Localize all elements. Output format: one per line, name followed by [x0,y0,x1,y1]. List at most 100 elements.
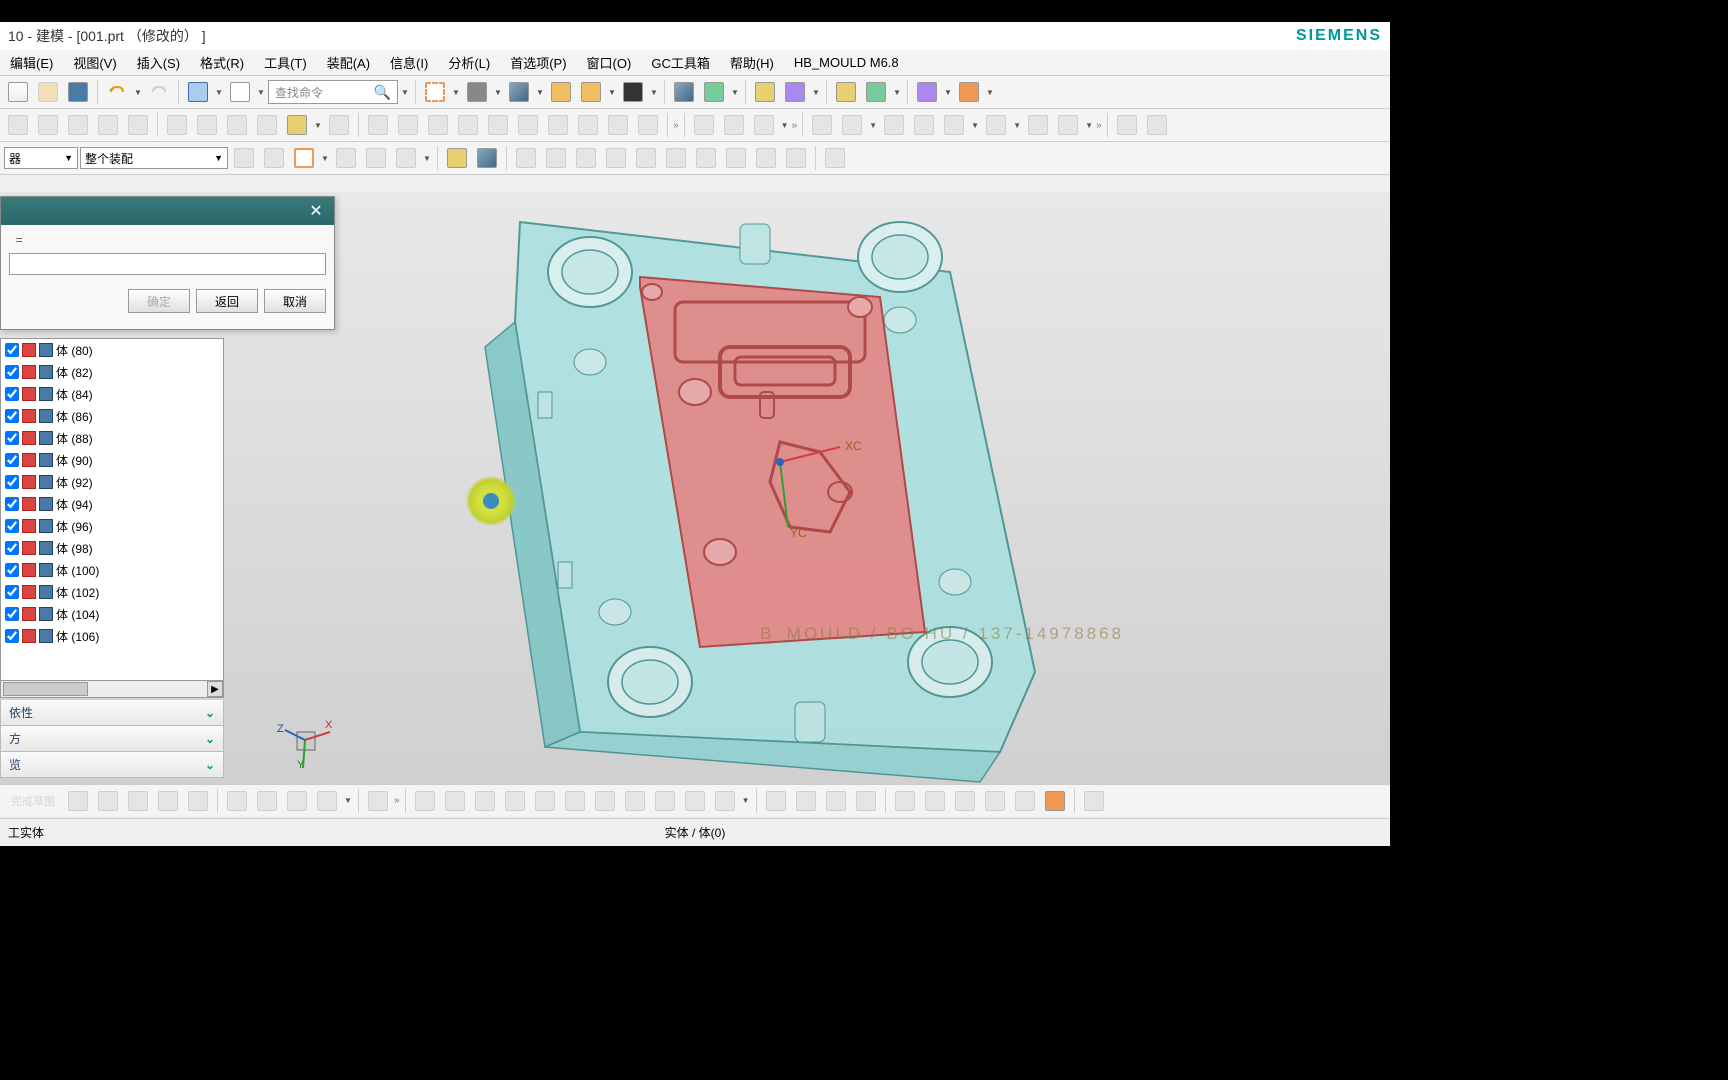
tree-row[interactable]: 体 (88) [1,427,223,449]
panel-preview[interactable]: 览⌄ [0,752,224,778]
tree-row[interactable]: 体 (90) [1,449,223,471]
tree-checkbox[interactable] [5,563,19,577]
md16[interactable] [891,787,919,815]
cancel-button[interactable]: 取消 [264,289,326,313]
feat16[interactable] [484,111,512,139]
tree-checkbox[interactable] [5,387,19,401]
md15[interactable] [852,787,880,815]
redo-button[interactable] [145,78,173,106]
sk1[interactable] [64,787,92,815]
snap7[interactable] [692,144,720,172]
command-search[interactable]: 查找命令 🔍 [268,80,398,104]
md8[interactable] [621,787,649,815]
fit-button[interactable] [421,78,449,106]
menu-gctoolbox[interactable]: GC工具箱 [641,53,720,72]
menu-window[interactable]: 窗口(O) [577,53,642,72]
md9[interactable] [651,787,679,815]
mold10[interactable] [1143,111,1171,139]
mold7[interactable] [1024,111,1052,139]
tree-checkbox[interactable] [5,541,19,555]
tree-checkbox[interactable] [5,497,19,511]
menu-prefs[interactable]: 首选项(P) [500,53,576,72]
md2[interactable] [441,787,469,815]
save-button[interactable] [64,78,92,106]
snap8[interactable] [722,144,750,172]
info-button[interactable] [226,78,254,106]
tree-hscroll[interactable]: ▶ [0,680,224,698]
feat1[interactable] [4,111,32,139]
pattern-button[interactable] [913,78,941,106]
folder-button[interactable] [547,78,575,106]
filter-input[interactable] [9,253,326,275]
clipboard-dropdown[interactable]: ▼ [214,78,224,106]
md4[interactable] [501,787,529,815]
feat21[interactable] [634,111,662,139]
trim2-button[interactable] [862,78,890,106]
sel2[interactable] [260,144,288,172]
feat17[interactable] [514,111,542,139]
snap11[interactable] [821,144,849,172]
feat6[interactable] [163,111,191,139]
mold2[interactable] [838,111,866,139]
md5[interactable] [531,787,559,815]
fill-button[interactable] [619,78,647,106]
csys2-button[interactable] [700,78,728,106]
tree-row[interactable]: 体 (84) [1,383,223,405]
sk5[interactable] [184,787,212,815]
mold4[interactable] [910,111,938,139]
menu-edit[interactable]: 编辑(E) [0,53,63,72]
feat20[interactable] [604,111,632,139]
asm3[interactable] [750,111,778,139]
feat9[interactable] [253,111,281,139]
snap3[interactable] [572,144,600,172]
tree-checkbox[interactable] [5,585,19,599]
tree-row[interactable]: 体 (80) [1,339,223,361]
feat19[interactable] [574,111,602,139]
sel4[interactable] [332,144,360,172]
sel7[interactable] [443,144,471,172]
tree-row[interactable]: 体 (102) [1,581,223,603]
feature2-button[interactable] [781,78,809,106]
tree-row[interactable]: 体 (98) [1,537,223,559]
feature-tree[interactable]: 体 (80)体 (82)体 (84)体 (86)体 (88)体 (90)体 (9… [0,338,224,681]
tree-row[interactable]: 体 (100) [1,559,223,581]
filter-combo1[interactable]: 器▼ [4,147,78,169]
feat18[interactable] [544,111,572,139]
snap1[interactable] [512,144,540,172]
dialog-header[interactable]: ✕ [1,197,334,225]
menu-format[interactable]: 格式(R) [190,53,254,72]
tree-checkbox[interactable] [5,519,19,533]
tree-checkbox[interactable] [5,475,19,489]
tree-checkbox[interactable] [5,365,19,379]
search-dropdown[interactable]: ▼ [400,78,410,106]
snap9[interactable] [752,144,780,172]
feat4[interactable] [94,111,122,139]
sk10[interactable] [364,787,392,815]
sk9[interactable] [313,787,341,815]
md13[interactable] [792,787,820,815]
mold3[interactable] [880,111,908,139]
undo-button[interactable] [103,78,131,106]
sk8[interactable] [283,787,311,815]
sk3[interactable] [124,787,152,815]
md18[interactable] [951,787,979,815]
sk2[interactable] [94,787,122,815]
menu-info[interactable]: 信息(I) [380,53,438,72]
panel-deps[interactable]: 依性⌄ [0,700,224,726]
back-button[interactable]: 返回 [196,289,258,313]
menu-hbmould[interactable]: HB_MOULD M6.8 [784,55,909,70]
asm1[interactable] [690,111,718,139]
search-icon[interactable]: 🔍 [374,84,391,101]
open-button[interactable] [34,78,62,106]
mold8[interactable] [1054,111,1082,139]
tree-row[interactable]: 体 (82) [1,361,223,383]
md11[interactable] [711,787,739,815]
csys-button[interactable] [670,78,698,106]
md1[interactable] [411,787,439,815]
info-dropdown[interactable]: ▼ [256,78,266,106]
md21[interactable] [1041,787,1069,815]
feat12[interactable] [364,111,392,139]
sel5[interactable] [362,144,390,172]
menu-insert[interactable]: 插入(S) [127,53,190,72]
print-button[interactable] [463,78,491,106]
